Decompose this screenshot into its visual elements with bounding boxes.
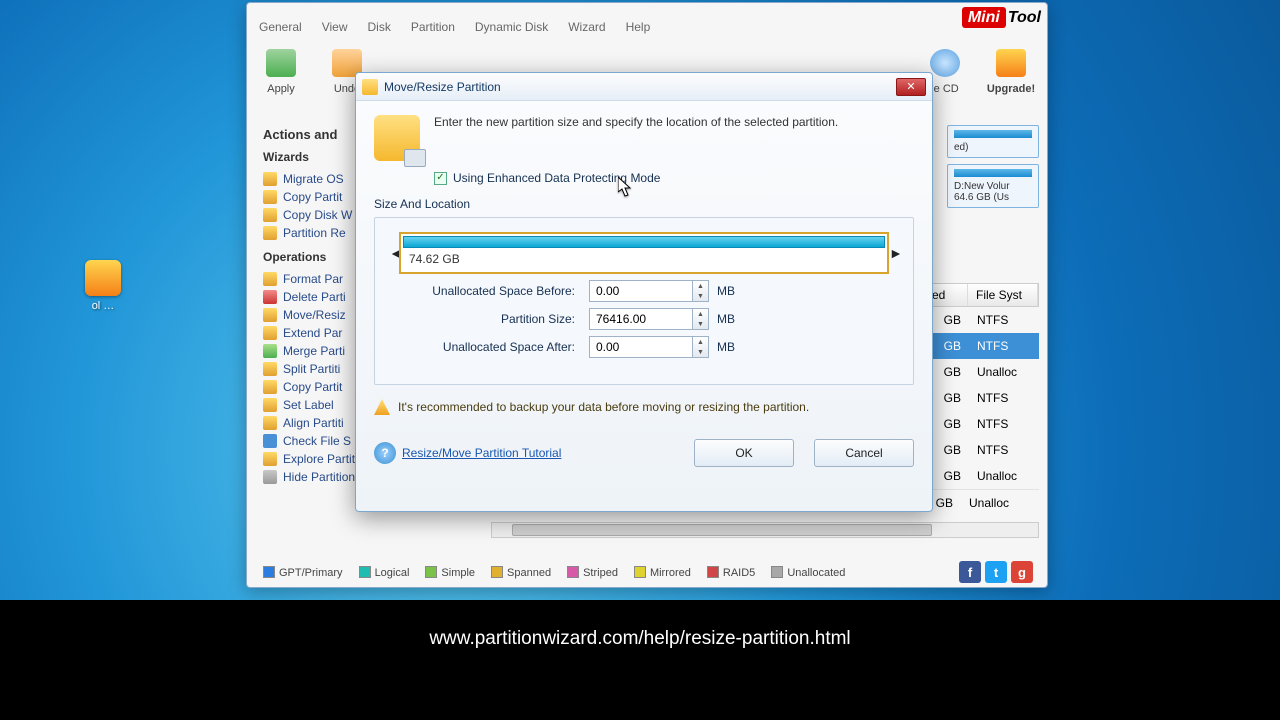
twitter-icon[interactable]: t (985, 561, 1007, 583)
menu-partition[interactable]: Partition (403, 17, 463, 39)
resize-handle-right[interactable]: ► (889, 245, 899, 261)
merge-icon (263, 344, 277, 358)
check-icon (263, 434, 277, 448)
check-icon (266, 49, 296, 77)
backup-warning: It's recommended to backup your data bef… (374, 399, 914, 415)
disk-card[interactable]: ed) (947, 125, 1039, 158)
delete-icon (263, 290, 277, 304)
partition-icon (362, 79, 378, 95)
legend-item: Simple (425, 566, 475, 579)
close-button[interactable]: ✕ (896, 78, 926, 96)
caption-url: www.partitionwizard.com/help/resize-part… (429, 628, 850, 650)
op-icon (263, 362, 277, 376)
spinner-buttons[interactable]: ▲▼ (693, 336, 709, 358)
size-location-group: ◄ 74.62 GB ► Unallocated Space Before: ▲… (374, 217, 914, 385)
tutorial-link-wrap: ? Resize/Move Partition Tutorial (374, 442, 561, 464)
legend: GPT/Primary Logical Simple Spanned Striped Mi… (263, 561, 1033, 583)
partition-used-segment (403, 236, 885, 248)
legend-item: Mirrored (634, 566, 691, 579)
menu-help[interactable]: Help (618, 17, 659, 39)
op-icon (263, 398, 277, 412)
dialog-title: Move/Resize Partition (384, 80, 896, 94)
legend-item: GPT/Primary (263, 566, 343, 579)
caption-bar: www.partitionwizard.com/help/resize-part… (0, 600, 1280, 720)
partition-bar[interactable]: 74.62 GB (399, 232, 889, 274)
menu-wizard[interactable]: Wizard (560, 17, 613, 39)
menu-view[interactable]: View (314, 17, 356, 39)
spinner-buttons[interactable]: ▲▼ (693, 280, 709, 302)
legend-item: Spanned (491, 566, 551, 579)
op-icon (263, 380, 277, 394)
scrollbar-thumb[interactable] (512, 524, 932, 536)
horizontal-scrollbar[interactable] (491, 522, 1039, 538)
partition-size-label: Partition Size: (389, 312, 589, 326)
space-before-label: Unallocated Space Before: (389, 284, 589, 298)
menu-dynamic-disk[interactable]: Dynamic Disk (467, 17, 556, 39)
wizard-icon (263, 172, 277, 186)
partition-large-icon (374, 115, 420, 161)
cancel-button[interactable]: Cancel (814, 439, 914, 467)
move-resize-dialog: Move/Resize Partition ✕ Enter the new pa… (355, 72, 933, 512)
disk-map: ed) D:New Volur64.6 GB (Us (947, 125, 1039, 214)
partition-bar-label: 74.62 GB (403, 248, 885, 270)
warning-icon (374, 399, 390, 415)
space-after-label: Unallocated Space After: (389, 340, 589, 354)
space-after-input[interactable] (589, 336, 693, 358)
dialog-intro-text: Enter the new partition size and specify… (434, 115, 838, 129)
hide-icon (263, 470, 277, 484)
size-location-label: Size And Location (374, 197, 914, 211)
menu-bar: General View Disk Partition Dynamic Disk… (251, 17, 658, 39)
space-before-input[interactable] (589, 280, 693, 302)
checkbox-icon: ✓ (434, 172, 447, 185)
menu-disk[interactable]: Disk (360, 17, 399, 39)
legend-item: Logical (359, 566, 410, 579)
desktop-shortcut[interactable]: ol … (78, 260, 128, 312)
op-icon (263, 452, 277, 466)
facebook-icon[interactable]: f (959, 561, 981, 583)
ok-button[interactable]: OK (694, 439, 794, 467)
resize-handle-left[interactable]: ◄ (389, 245, 399, 261)
wizard-icon (263, 226, 277, 240)
wizard-icon (263, 190, 277, 204)
disk-card[interactable]: D:New Volur64.6 GB (Us (947, 164, 1039, 208)
enhanced-mode-checkbox[interactable]: ✓ Using Enhanced Data Protecting Mode (434, 171, 914, 185)
col-filesystem[interactable]: File Syst (968, 284, 1038, 306)
spinner-buttons[interactable]: ▲▼ (693, 308, 709, 330)
dialog-titlebar[interactable]: Move/Resize Partition ✕ (356, 73, 932, 101)
desktop-shortcut-label: ol … (78, 300, 128, 312)
op-icon (263, 308, 277, 322)
legend-item: Unallocated (771, 566, 845, 579)
app-icon (85, 260, 121, 296)
op-icon (263, 272, 277, 286)
legend-item: Striped (567, 566, 618, 579)
googleplus-icon[interactable]: g (1011, 561, 1033, 583)
social-links: f t g (959, 561, 1033, 583)
upgrade-button[interactable]: Upgrade! (983, 47, 1039, 95)
op-icon (263, 326, 277, 340)
apply-button[interactable]: Apply (253, 47, 309, 117)
op-icon (263, 416, 277, 430)
wizard-icon (263, 208, 277, 222)
help-icon: ? (374, 442, 396, 464)
brand-logo: MiniTool (962, 9, 1041, 27)
partition-size-input[interactable] (589, 308, 693, 330)
legend-item: RAID5 (707, 566, 755, 579)
tutorial-link[interactable]: Resize/Move Partition Tutorial (402, 446, 561, 460)
menu-general[interactable]: General (251, 17, 310, 39)
